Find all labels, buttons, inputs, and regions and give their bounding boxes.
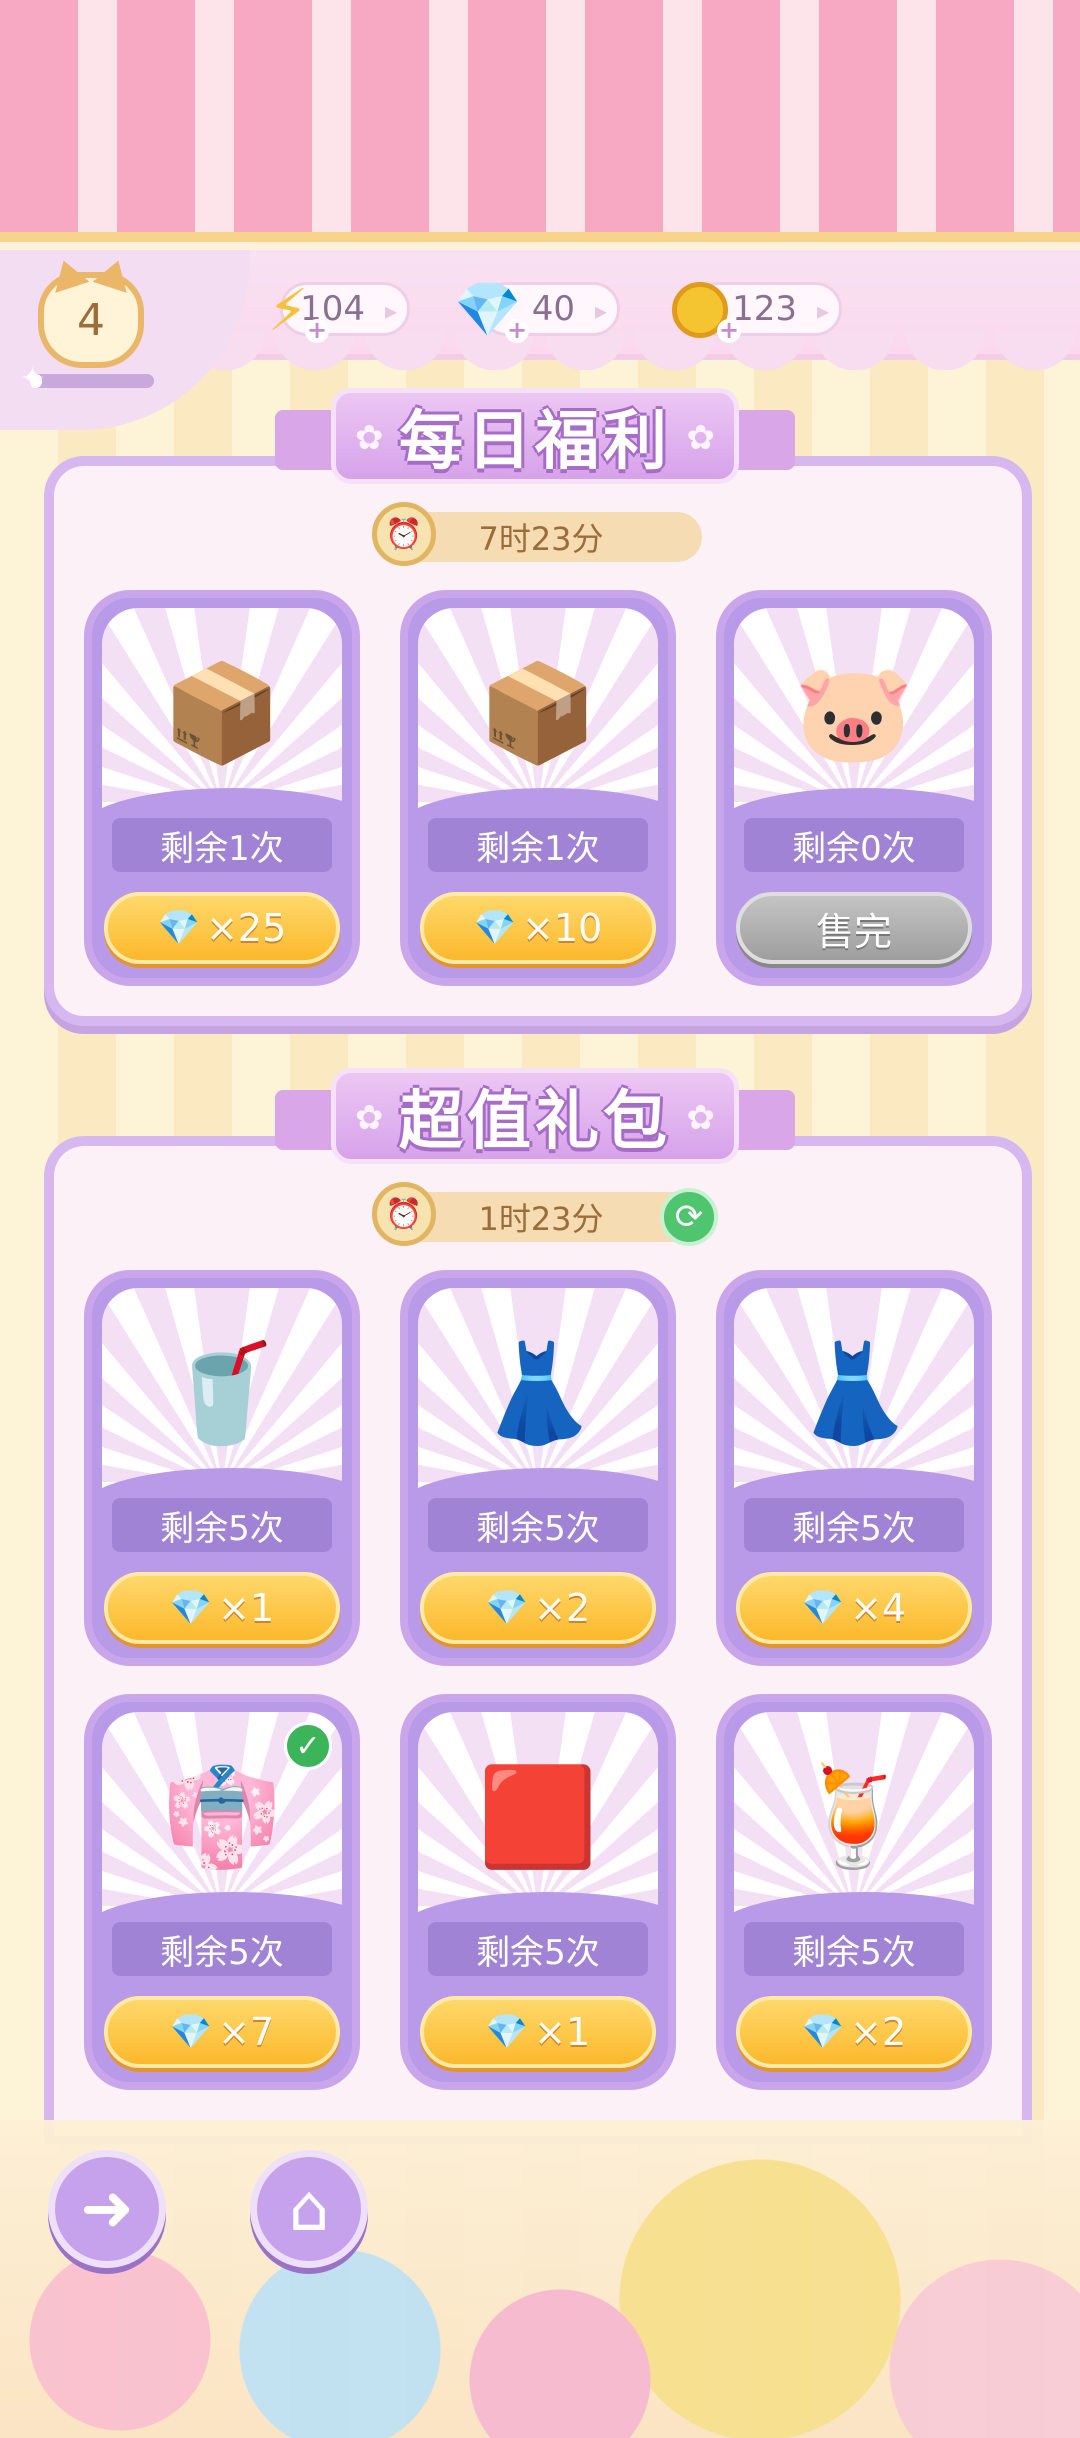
- price-label: ×2: [850, 2010, 907, 2054]
- lemon-drink-icon: 🍹: [794, 1760, 914, 1873]
- shop-card[interactable]: 👘 剩余5次 💎 ×7 ✓: [84, 1694, 360, 2090]
- star-icon: ✿: [686, 418, 716, 458]
- coin-plus-icon[interactable]: +: [717, 318, 741, 343]
- clock-icon: ⏰: [372, 502, 436, 566]
- shop-card[interactable]: 🍹 剩余5次 💎 ×2: [716, 1694, 992, 2090]
- remaining-count: 剩余5次: [428, 1922, 648, 1976]
- iced-tea-icon: 🥤: [162, 1336, 282, 1449]
- buy-button[interactable]: 💎 ×10: [420, 892, 656, 964]
- remaining-count: 剩余5次: [112, 1498, 332, 1552]
- bundle-banner: 超值礼包 ✿ ✿: [275, 1068, 795, 1164]
- buy-button[interactable]: 💎 ×4: [736, 1572, 972, 1644]
- back-arrow-icon: ➜: [80, 2172, 134, 2246]
- gem-icon: 💎: [473, 908, 517, 948]
- sold-out-button: 售完: [736, 892, 972, 964]
- shop-card[interactable]: 🥤 剩余5次 💎 ×1: [84, 1270, 360, 1666]
- price-label: ×1: [218, 1586, 275, 1630]
- buy-button[interactable]: 💎 ×2: [420, 1572, 656, 1644]
- remaining-count: 剩余5次: [744, 1498, 964, 1552]
- gem-arrow-icon: ▸: [594, 297, 607, 325]
- price-label: ×10: [522, 906, 603, 950]
- star-icon: ✿: [686, 1098, 716, 1138]
- gem-icon: 💎: [801, 1588, 845, 1628]
- home-icon: ⌂: [288, 2172, 330, 2246]
- shop-card[interactable]: 📦 剩余1次 💎 ×10: [400, 590, 676, 986]
- gold-dress-icon: 👗: [794, 1336, 914, 1449]
- piggy-bank-icon: 🐷: [794, 656, 914, 769]
- remaining-count: 剩余5次: [112, 1922, 332, 1976]
- refresh-icon[interactable]: ⟳: [660, 1188, 718, 1246]
- gray-dress-icon: 👗: [478, 1336, 598, 1449]
- gem-icon: 💎: [801, 2012, 845, 2052]
- energy-plus-icon[interactable]: +: [305, 318, 329, 343]
- gem-icon: 💎: [169, 1588, 213, 1628]
- home-button[interactable]: ⌂: [250, 2150, 368, 2268]
- price-label: ×25: [206, 906, 287, 950]
- buy-button[interactable]: 💎 ×25: [104, 892, 340, 964]
- level-value: 4: [77, 294, 105, 346]
- remaining-count: 剩余5次: [428, 1498, 648, 1552]
- gem-counter[interactable]: 💎 + 40 ▸: [454, 278, 620, 343]
- cat-box-coin-icon: 📦: [162, 656, 282, 769]
- bundle-timer-text: 1时23分: [478, 1200, 604, 1238]
- daily-timer: ⏰ 7时23分: [372, 502, 702, 566]
- star-icon: ✿: [355, 418, 384, 458]
- awning: [0, 0, 1080, 250]
- price-label: ×7: [218, 2010, 275, 2054]
- back-button[interactable]: ➜: [48, 2150, 166, 2268]
- buy-button[interactable]: 💎 ×1: [104, 1572, 340, 1644]
- gem-value: 40: [531, 289, 575, 329]
- gem-icon: 💎: [485, 2012, 529, 2052]
- gem-icon: 💎: [157, 908, 201, 948]
- pink-cushion-icon: 🟥: [478, 1760, 598, 1873]
- shop-card[interactable]: 🐷 剩余0次售完: [716, 590, 992, 986]
- price-label: 售完: [815, 909, 892, 954]
- remaining-count: 剩余1次: [428, 818, 648, 872]
- clock-icon: ⏰: [372, 1182, 436, 1246]
- remaining-count: 剩余5次: [744, 1922, 964, 1976]
- awning-trim-2: [0, 242, 1080, 250]
- daily-timer-text: 7时23分: [478, 520, 604, 558]
- price-label: ×2: [534, 1586, 591, 1630]
- price-label: ×4: [850, 1586, 907, 1630]
- coin-value: 123: [732, 289, 797, 329]
- buy-button[interactable]: 💎 ×7: [104, 1996, 340, 2068]
- bundle-timer: ⏰ 1时23分: [372, 1182, 702, 1246]
- gem-icon: 💎: [485, 1588, 529, 1628]
- xp-bar: [30, 374, 154, 388]
- coin-arrow-icon: ▸: [816, 297, 829, 325]
- bundle-title: 超值礼包: [331, 1068, 739, 1164]
- daily-banner: 每日福利 ✿ ✿: [275, 388, 795, 484]
- daily-title: 每日福利: [331, 388, 739, 484]
- energy-counter[interactable]: ⚡ + 104 ▸: [268, 276, 410, 344]
- owned-check-icon: ✓: [284, 1722, 332, 1770]
- awning-trim: [0, 232, 1080, 242]
- shop-card[interactable]: 👗 剩余5次 💎 ×4: [716, 1270, 992, 1666]
- bottom-decoration: [0, 2120, 1080, 2438]
- cat-box-energy-icon: 📦: [478, 656, 598, 769]
- remaining-count: 剩余1次: [112, 818, 332, 872]
- coin-counter[interactable]: + 123 ▸: [672, 282, 842, 343]
- buy-button[interactable]: 💎 ×2: [736, 1996, 972, 2068]
- gem-icon: 💎: [169, 2012, 213, 2052]
- level-badge[interactable]: 4: [38, 272, 144, 368]
- star-icon: ✿: [355, 1098, 384, 1138]
- xp-star-icon: ✦: [20, 361, 46, 396]
- buy-button[interactable]: 💎 ×1: [420, 1996, 656, 2068]
- remaining-count: 剩余0次: [744, 818, 964, 872]
- shop-card[interactable]: 📦 剩余1次 💎 ×25: [84, 590, 360, 986]
- shop-card[interactable]: 🟥 剩余5次 💎 ×1: [400, 1694, 676, 2090]
- energy-arrow-icon: ▸: [384, 297, 397, 325]
- price-label: ×1: [534, 2010, 591, 2054]
- shop-card[interactable]: 👗 剩余5次 💎 ×2: [400, 1270, 676, 1666]
- gem-plus-icon[interactable]: +: [505, 318, 529, 343]
